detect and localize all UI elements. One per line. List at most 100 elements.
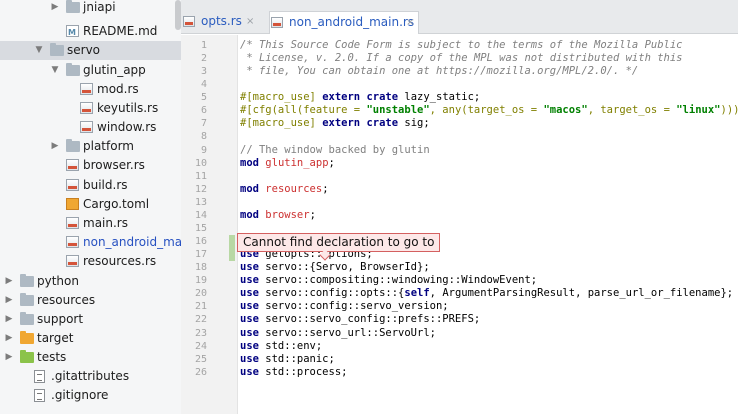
code-line[interactable]: use servo::config::opts::{self, Argument…: [240, 287, 733, 300]
code-line[interactable]: mod resources;: [240, 183, 329, 196]
line-number: 21: [194, 301, 207, 313]
tree-item-label: main.rs: [83, 216, 128, 230]
tree-item-support[interactable]: ▶ support: [0, 310, 181, 329]
line-number: 23: [194, 327, 207, 339]
vcs-change-marker[interactable]: [229, 235, 235, 249]
tab-opts-rs[interactable]: opts.rs ×: [182, 11, 266, 34]
tree-item-servo[interactable]: ▼ servo: [0, 41, 181, 60]
tree-item-label: non_android_main.rs: [83, 235, 181, 249]
code-line[interactable]: /* This Source Code Form is subject to t…: [240, 39, 683, 52]
line-number: 13: [194, 196, 207, 208]
tree-item-platform[interactable]: ▶ platform: [0, 137, 181, 156]
tree-item-label: build.rs: [83, 178, 128, 192]
tree-item-window-rs[interactable]: window.rs: [0, 118, 181, 137]
rust-file-icon: [80, 121, 93, 133]
line-number: 3: [200, 66, 207, 78]
expand-arrow-icon[interactable]: ▶: [4, 272, 14, 291]
project-tree: ▶ jniapi README.md ▼ servo ▼ glutin_app mod.rs k…: [0, 0, 181, 414]
line-number: 9: [200, 144, 207, 156]
code-line[interactable]: #[macro_use] extern crate lazy_static;: [240, 91, 480, 104]
folder-icon: [66, 139, 80, 152]
vcs-change-marker[interactable]: [229, 248, 235, 262]
rust-file-icon: [66, 179, 79, 191]
tree-item--gitattributes[interactable]: .gitattributes: [0, 367, 181, 386]
line-number: 14: [194, 209, 207, 221]
expand-arrow-icon[interactable]: ▶: [50, 0, 60, 17]
code-line[interactable]: * file, You can obtain one at https://mo…: [240, 65, 638, 78]
code-line[interactable]: #[cfg(all(feature = "unstable", any(targ…: [240, 104, 738, 117]
tree-item-resources-rs[interactable]: resources.rs: [0, 252, 181, 271]
rust-file-icon: [66, 217, 79, 229]
folder-icon: [50, 43, 64, 56]
tab-non-android-main-rs[interactable]: non_android_main.rs ×: [269, 11, 419, 34]
tree-item-main-rs[interactable]: main.rs: [0, 214, 181, 233]
tree-item-build-rs[interactable]: build.rs: [0, 176, 181, 195]
rust-file-icon: [66, 255, 79, 267]
tree-item-mod-rs[interactable]: mod.rs: [0, 80, 181, 99]
tab-label: non_android_main.rs: [289, 15, 415, 29]
line-number: 10: [194, 157, 207, 169]
tree-item-jniapi[interactable]: ▶ jniapi: [0, 0, 181, 17]
line-number: 25: [194, 353, 207, 365]
excluded-folder-icon: [20, 331, 34, 344]
close-tab-icon[interactable]: ×: [406, 12, 414, 33]
rust-file-icon: [66, 159, 79, 171]
expand-arrow-icon[interactable]: ▶: [4, 310, 14, 329]
collapse-arrow-icon[interactable]: ▼: [34, 41, 44, 60]
tree-item-label: glutin_app: [83, 63, 146, 77]
editor-pane: opts.rs × non_android_main.rs × 12345678…: [181, 0, 738, 414]
line-number-gutter[interactable]: 1 2 3 4 5 6 7 8 9 10 11 12 13 14 15 16 17 18 19 20 21 22 23 24 2…: [181, 35, 238, 414]
tree-item-target[interactable]: ▶ target: [0, 329, 181, 348]
tree-item-label: browser.rs: [83, 158, 145, 172]
tree-item-cargo-toml[interactable]: Cargo.toml: [0, 195, 181, 214]
line-number: 11: [194, 170, 207, 182]
code-line[interactable]: use servo::servo_url::ServoUrl;: [240, 327, 436, 340]
line-number: 6: [200, 105, 207, 117]
code-line[interactable]: mod glutin_app;: [240, 157, 335, 170]
code-area[interactable]: /* This Source Code Form is subject to t…: [240, 35, 738, 414]
code-line[interactable]: use servo::config::servo_version;: [240, 300, 449, 313]
rust-file-icon: [183, 16, 195, 27]
tree-item-label: resources.rs: [83, 254, 157, 268]
code-line[interactable]: use std::env;: [240, 340, 322, 353]
tree-item-label: tests: [37, 350, 67, 364]
code-line[interactable]: * License, v. 2.0. If a copy of the MPL …: [240, 52, 682, 65]
expand-arrow-icon[interactable]: ▶: [4, 291, 14, 310]
folder-icon: [66, 63, 80, 76]
collapse-arrow-icon[interactable]: ▼: [50, 61, 60, 80]
line-number: 12: [194, 183, 207, 195]
tree-item-python[interactable]: ▶ python: [0, 272, 181, 291]
expand-arrow-icon[interactable]: ▶: [4, 329, 14, 348]
folder-icon: [20, 293, 34, 306]
text-file-icon: [34, 370, 45, 383]
line-number: 5: [200, 92, 207, 104]
tree-item-label: jniapi: [83, 0, 116, 14]
code-line[interactable]: #[macro_use] extern crate sig;: [240, 117, 430, 130]
tree-item-resources[interactable]: ▶ resources: [0, 291, 181, 310]
code-line[interactable]: use servo::{Servo, BrowserId};: [240, 261, 430, 274]
line-number: 24: [194, 340, 207, 352]
close-tab-icon[interactable]: ×: [246, 11, 254, 32]
tree-item-browser-rs[interactable]: browser.rs: [0, 156, 181, 175]
tree-item-keyutils-rs[interactable]: keyutils.rs: [0, 99, 181, 118]
tree-item-tests[interactable]: ▶ tests: [0, 348, 181, 367]
code-line[interactable]: use servo::servo_config::prefs::PREFS;: [240, 313, 480, 326]
tree-item--gitignore[interactable]: .gitignore: [0, 386, 181, 405]
tree-item-readme-md[interactable]: README.md: [0, 22, 181, 42]
tree-item-glutin-app[interactable]: ▼ glutin_app: [0, 61, 181, 80]
line-number: 17: [194, 249, 207, 261]
tree-item-label: platform: [83, 139, 134, 153]
code-line[interactable]: use std::process;: [240, 366, 347, 379]
expand-arrow-icon[interactable]: ▶: [4, 348, 14, 367]
code-line[interactable]: use servo::compositing::windowing::Windo…: [240, 274, 537, 287]
code-line[interactable]: mod browser;: [240, 209, 316, 222]
tree-item-non-android-main-rs[interactable]: non_android_main.rs: [0, 233, 181, 252]
tree-item-label: keyutils.rs: [97, 101, 159, 115]
code-line[interactable]: use std::panic;: [240, 353, 335, 366]
expand-arrow-icon[interactable]: ▶: [50, 137, 60, 156]
line-number: 20: [194, 288, 207, 300]
tree-item-label: mod.rs: [97, 82, 139, 96]
error-tooltip: Cannot find declaration to go to: [237, 233, 441, 252]
code-line[interactable]: // The window backed by glutin: [240, 144, 430, 157]
line-number: 4: [200, 79, 207, 91]
